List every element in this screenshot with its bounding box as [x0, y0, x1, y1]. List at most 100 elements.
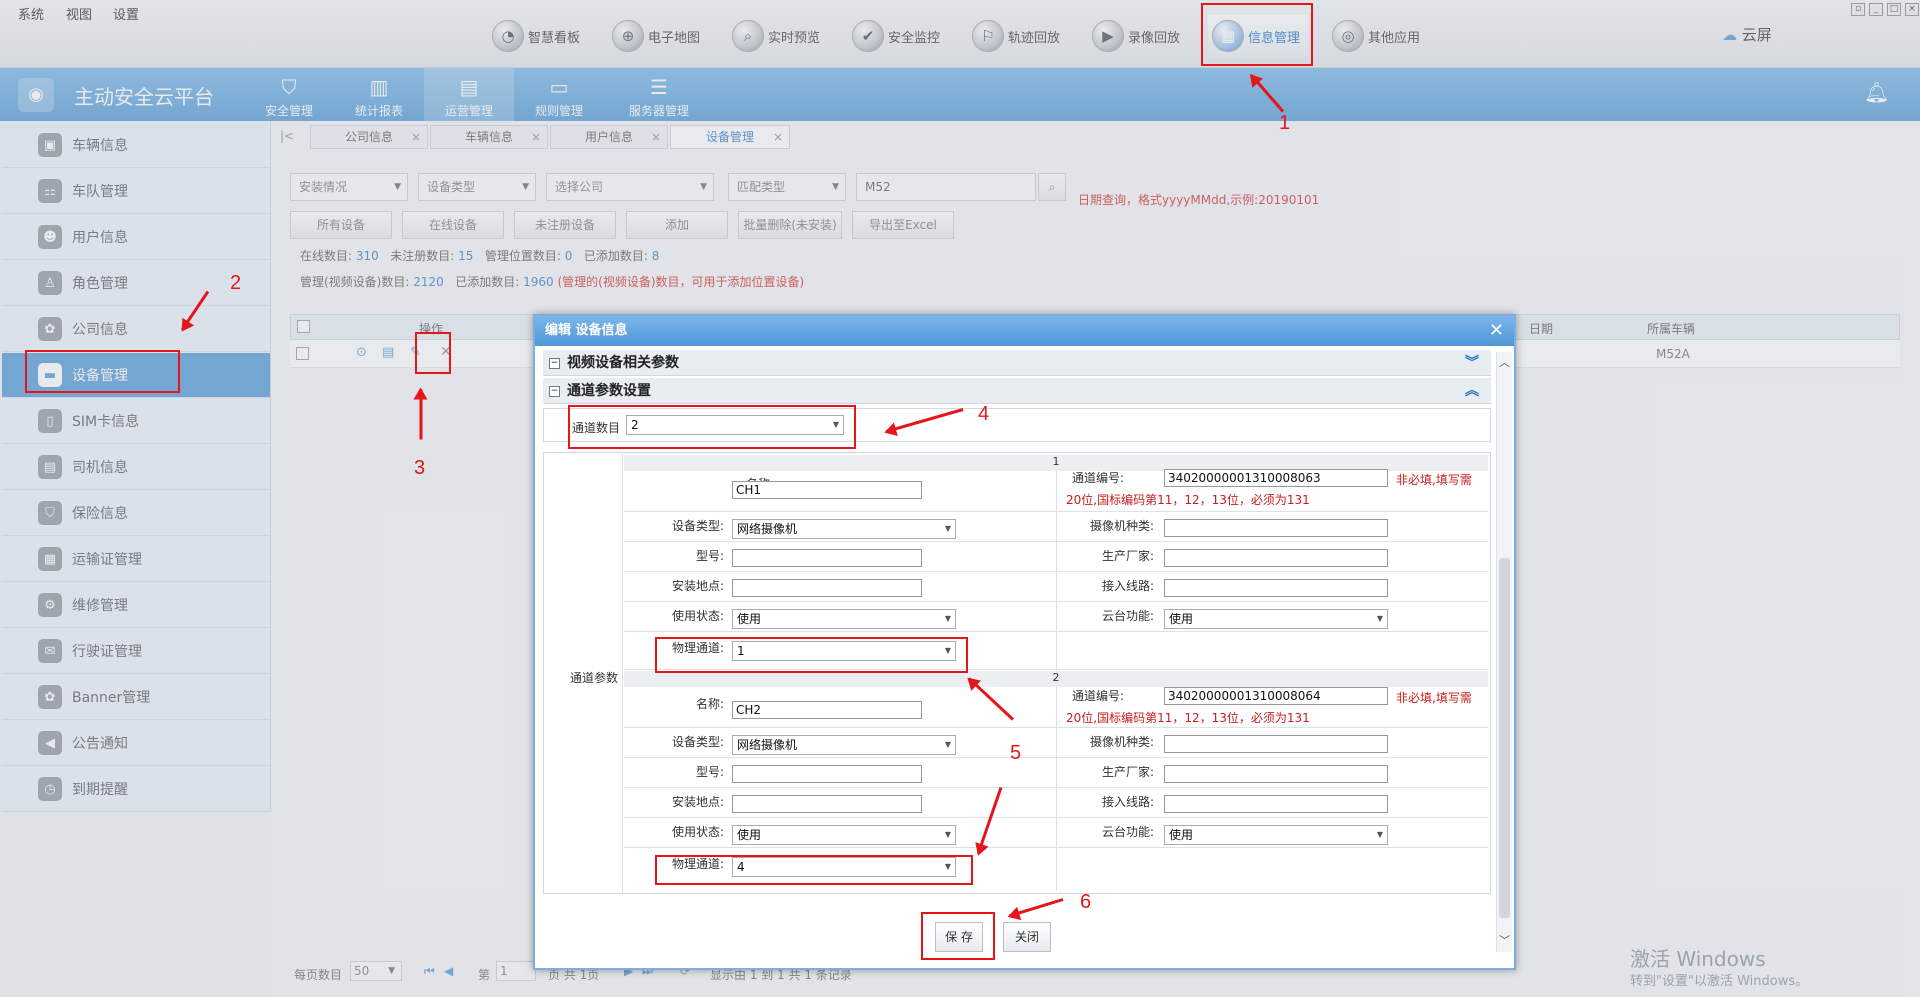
model-label: 型号:	[695, 549, 724, 563]
line-input[interactable]	[1164, 579, 1388, 597]
scrollbar-thumb[interactable]	[1499, 558, 1510, 918]
camera-kind-input[interactable]	[1164, 519, 1388, 537]
camera-kind-label: 摄像机种类:	[1089, 519, 1154, 533]
channel-params-label: 通道参数	[570, 671, 619, 685]
select-value: 使用	[737, 612, 762, 626]
collapse-box-icon: −	[549, 358, 560, 369]
annotation-box-device-management	[25, 350, 180, 393]
divider	[624, 601, 1488, 602]
model-input[interactable]	[732, 549, 922, 567]
divider	[624, 571, 1488, 572]
section-channel-params[interactable]: − 通道参数设置 ︽	[543, 378, 1491, 404]
channel-name-input[interactable]: CH2	[732, 701, 922, 719]
channel-params-table: 通道参数 1 名称: CH1 通道编号: 3402000000131000806…	[543, 452, 1491, 894]
maker-label: 生产厂家:	[1101, 549, 1154, 563]
divider	[1056, 687, 1057, 891]
dialog-scrollbar[interactable]: ︿ ﹀	[1496, 352, 1512, 952]
divider	[624, 541, 1488, 542]
close-button[interactable]: 关闭	[1003, 922, 1051, 952]
line-label: 接入线路:	[1101, 579, 1154, 593]
select-value: 使用	[737, 828, 762, 842]
maker-label: 生产厂家:	[1101, 765, 1154, 779]
section-title: 通道参数设置	[567, 383, 651, 399]
annotation-number-2: 2	[230, 272, 242, 294]
select-value: 使用	[1169, 828, 1194, 842]
camera-kind-input[interactable]	[1164, 735, 1388, 753]
location-input[interactable]	[732, 795, 922, 813]
annotation-box-save	[921, 912, 995, 960]
divider	[624, 847, 1488, 848]
status-label: 使用状态:	[671, 825, 724, 839]
divider	[624, 757, 1488, 758]
divider	[624, 631, 1488, 632]
watermark-line-2: 转到"设置"以激活 Windows。	[1630, 974, 1809, 989]
status-label: 使用状态:	[671, 609, 724, 623]
device-type-label: 设备类型:	[671, 735, 724, 749]
channel-device-type-select[interactable]: 网络摄像机 ▼	[732, 519, 956, 539]
ptz-select[interactable]: 使用 ▼	[1164, 825, 1388, 845]
optional-hint: 非必填,填写需	[1396, 473, 1472, 487]
status-select[interactable]: 使用 ▼	[732, 825, 956, 845]
chevron-up-icon[interactable]: ︿	[1499, 354, 1510, 370]
section-video-params[interactable]: − 视频设备相关参数 ︾	[543, 350, 1491, 376]
collapse-box-icon: −	[549, 386, 560, 397]
annotation-number-1: 1	[1279, 112, 1291, 134]
channel-code-label: 通道编号:	[1071, 471, 1124, 485]
annotation-number-4: 4	[978, 403, 990, 425]
chevron-down-icon: ▼	[1376, 830, 1383, 839]
line-label: 接入线路:	[1101, 795, 1154, 809]
annotation-box-channel-count	[568, 405, 856, 449]
channel-code-input[interactable]: 34020000001310008064	[1164, 687, 1388, 705]
line-input[interactable]	[1164, 795, 1388, 813]
chevron-down-icon[interactable]: ﹀	[1499, 932, 1510, 948]
annotation-arrow-3	[419, 389, 423, 440]
camera-kind-label: 摄像机种类:	[1089, 735, 1154, 749]
status-select[interactable]: 使用 ▼	[732, 609, 956, 629]
select-value: 网络摄像机	[737, 522, 798, 536]
chevron-down-icon: ▼	[944, 830, 951, 839]
chevron-down-icon: ▼	[944, 524, 951, 533]
location-input[interactable]	[732, 579, 922, 597]
code-hint: 20位,国标编码第11，12，13位，必须为131	[1066, 493, 1310, 507]
dialog-title: 编辑 设备信息	[535, 316, 1514, 346]
chevron-down-icon: ▼	[944, 614, 951, 623]
channel-name-input[interactable]: CH1	[732, 481, 922, 499]
section-title: 视频设备相关参数	[567, 355, 679, 371]
channel-device-type-select[interactable]: 网络摄像机 ▼	[732, 735, 956, 755]
channel-2-header: 2	[624, 671, 1488, 687]
ptz-label: 云台功能:	[1101, 825, 1154, 839]
device-type-label: 设备类型:	[671, 519, 724, 533]
model-label: 型号:	[695, 765, 724, 779]
dialog-close-icon[interactable]: ✕	[1489, 316, 1504, 346]
divider	[622, 453, 623, 893]
watermark-line-1: 激活 Windows	[1630, 947, 1766, 971]
select-value: 使用	[1169, 612, 1194, 626]
chevron-down-icon: ▼	[944, 740, 951, 749]
channel-code-input[interactable]: 34020000001310008063	[1164, 469, 1388, 487]
divider	[624, 817, 1488, 818]
annotation-box-physical-2	[655, 855, 973, 885]
chevron-down-icon: ▼	[1376, 614, 1383, 623]
annotation-number-5: 5	[1010, 742, 1022, 764]
name-label: 名称:	[695, 697, 724, 711]
code-hint: 20位,国标编码第11，12，13位，必须为131	[1066, 711, 1310, 725]
divider	[624, 511, 1488, 512]
annotation-number-3: 3	[414, 457, 426, 479]
chevron-double-up-icon: ︽	[1465, 383, 1479, 399]
annotation-box-edit	[415, 332, 451, 374]
maker-input[interactable]	[1164, 549, 1388, 567]
channel-code-label: 通道编号:	[1071, 689, 1124, 703]
ptz-label: 云台功能:	[1101, 609, 1154, 623]
divider	[624, 727, 1488, 728]
model-input[interactable]	[732, 765, 922, 783]
annotation-box-info-management	[1201, 3, 1313, 66]
optional-hint: 非必填,填写需	[1396, 691, 1472, 705]
annotation-box-physical-1	[655, 637, 968, 673]
maker-input[interactable]	[1164, 765, 1388, 783]
annotation-number-6: 6	[1080, 891, 1092, 913]
location-label: 安装地点:	[671, 795, 724, 809]
location-label: 安装地点:	[671, 579, 724, 593]
divider	[624, 787, 1488, 788]
chevron-double-down-icon: ︾	[1465, 355, 1479, 371]
ptz-select[interactable]: 使用 ▼	[1164, 609, 1388, 629]
